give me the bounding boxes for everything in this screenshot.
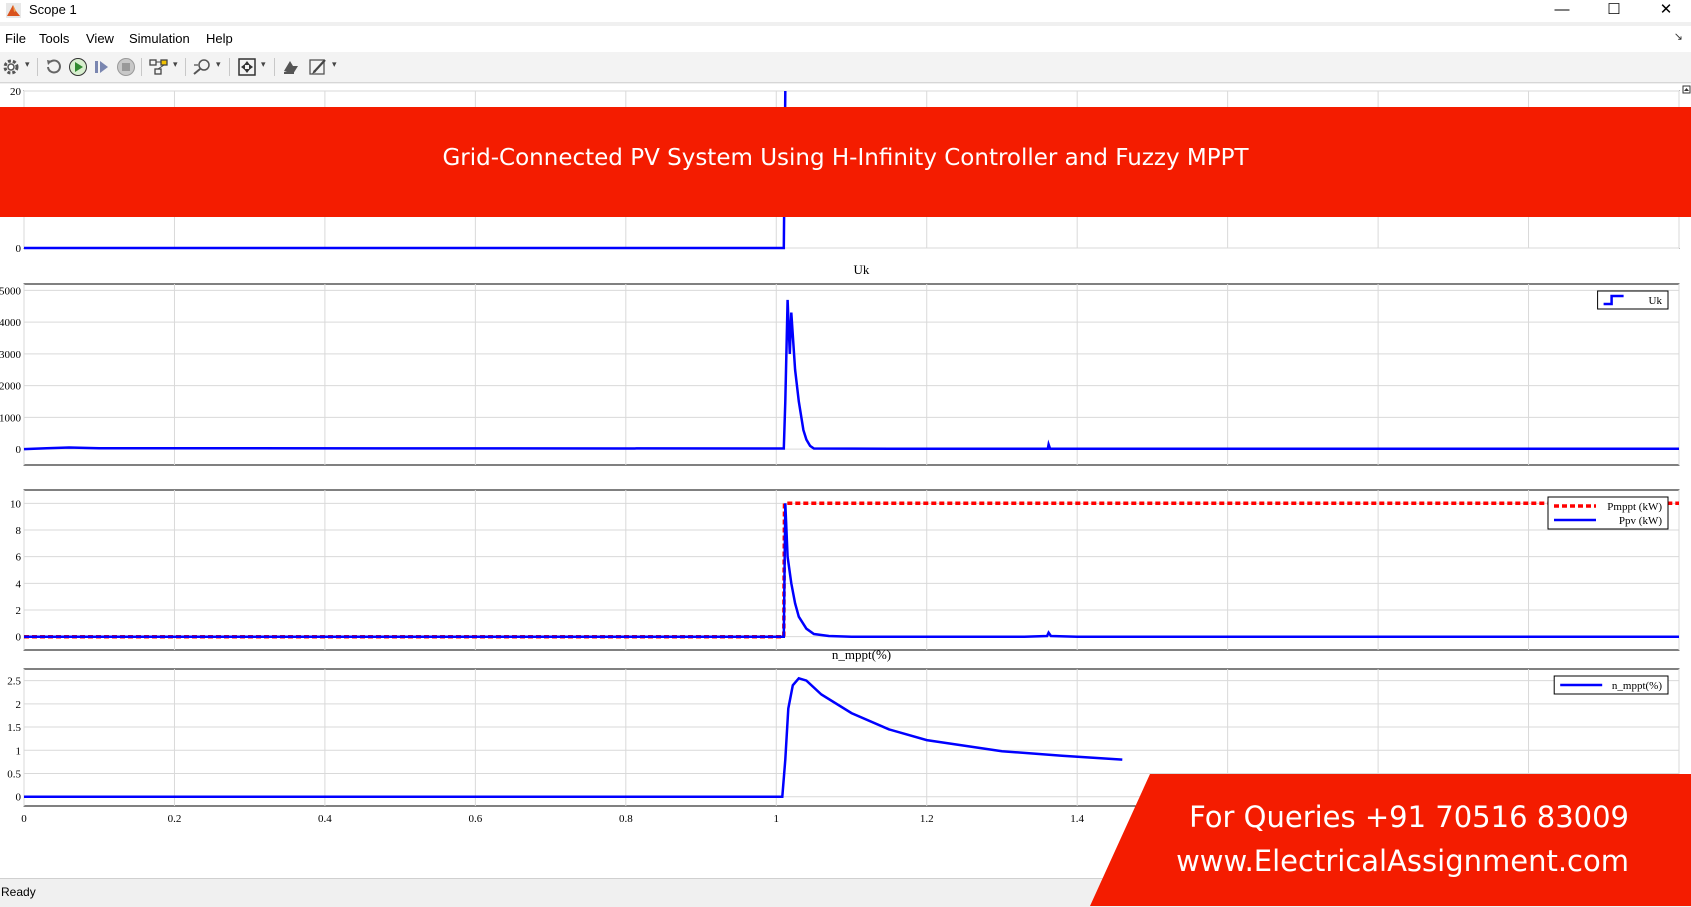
y-tick-label: 2000: [0, 381, 22, 393]
x-tick-label: 1.2: [920, 813, 934, 825]
menu-help[interactable]: Help: [206, 31, 233, 46]
y-tick-label: 3000: [0, 349, 22, 361]
y-tick-label: 1000: [0, 412, 22, 424]
run-icon[interactable]: [68, 57, 88, 77]
y-tick-label: 5000: [0, 285, 22, 297]
autoscale-dropdown-icon[interactable]: ▾: [261, 59, 266, 70]
axes-title: Uk: [854, 262, 870, 277]
legend-label: Uk: [1649, 295, 1663, 307]
y-tick-label: 4: [16, 578, 22, 590]
toolbar-separator: [274, 58, 275, 76]
legend-label: Ppv (kW): [1619, 515, 1662, 527]
contact-website: www.ElectricalAssignment.com: [1176, 844, 1629, 878]
menu-simulation[interactable]: Simulation: [129, 31, 190, 46]
status-text: Ready: [1, 885, 36, 899]
scope-app-icon: [6, 3, 21, 18]
x-tick-label: 0.4: [318, 813, 332, 825]
legend-label: Pmppt (kW): [1607, 501, 1662, 513]
highlight-dropdown-icon[interactable]: ▾: [173, 59, 178, 70]
maximize-button[interactable]: ☐: [1591, 0, 1637, 22]
style-dropdown-icon[interactable]: ▾: [332, 59, 337, 70]
settings-icon[interactable]: [1, 57, 21, 77]
legend-label: n_mppt(%): [1612, 680, 1662, 692]
y-tick-label: 1: [16, 745, 22, 757]
zoom-dropdown-icon[interactable]: ▾: [216, 59, 221, 70]
menu-file[interactable]: File: [5, 31, 26, 46]
autoscale-icon[interactable]: [237, 57, 257, 77]
window-title: Scope 1: [29, 2, 77, 17]
restore-icon[interactable]: [44, 57, 64, 77]
toolbar-separator: [37, 58, 38, 76]
edit-style-icon[interactable]: [308, 57, 328, 77]
y-tick-label: 0.5: [7, 768, 21, 780]
menu-tools[interactable]: Tools: [39, 31, 69, 46]
contact-banner: For Queries +91 70516 83009 www.Electric…: [1090, 774, 1691, 906]
toolbar: ▾ ▾ ▾ ▾ ▾: [0, 52, 1691, 83]
menu-bar: File Tools View Simulation Help ↘: [0, 26, 1691, 52]
contact-phone: For Queries +91 70516 83009: [1189, 800, 1629, 834]
y-tick-label: 1.5: [7, 722, 21, 734]
x-tick-label: 0.6: [468, 813, 482, 825]
y-tick-label: 2: [16, 699, 22, 711]
step-forward-icon[interactable]: [92, 57, 112, 77]
settings-dropdown-icon[interactable]: ▾: [25, 59, 30, 70]
axes-2-frame[interactable]: [23, 283, 1680, 466]
x-tick-label: 0: [21, 813, 27, 825]
close-button[interactable]: ✕: [1643, 0, 1689, 22]
toolbar-separator: [141, 58, 142, 76]
y-tick-label: 0: [16, 444, 22, 456]
menu-view[interactable]: View: [86, 31, 114, 46]
undock-icon[interactable]: ↘: [1674, 30, 1683, 43]
x-tick-label: 1: [774, 813, 780, 825]
title-banner: Grid-Connected PV System Using H-Infinit…: [0, 107, 1691, 217]
y-tick-label: 8: [16, 525, 22, 537]
y-tick-label: 0: [16, 632, 22, 644]
x-tick-label: 0.8: [619, 813, 633, 825]
axes-3-frame[interactable]: [23, 489, 1680, 651]
x-tick-label: 1.4: [1070, 813, 1084, 825]
restore-layout-icon[interactable]: [281, 57, 301, 77]
y-tick-label: 6: [16, 552, 22, 564]
toolbar-separator: [185, 58, 186, 76]
y-tick-label: 10: [10, 498, 22, 510]
zoom-icon[interactable]: [192, 57, 212, 77]
x-tick-label: 0.2: [168, 813, 182, 825]
minimize-button[interactable]: —: [1539, 0, 1585, 22]
y-tick-label: 0: [16, 243, 22, 255]
y-tick-label: 2: [16, 605, 22, 617]
y-tick-label: 2.5: [7, 676, 21, 688]
axes-title: n_mppt(%): [832, 647, 891, 662]
y-tick-label: 4000: [0, 317, 22, 329]
y-tick-label: 20: [10, 86, 22, 98]
y-tick-label: 0: [16, 792, 22, 804]
title-bar: Scope 1 — ☐ ✕: [0, 0, 1691, 22]
highlight-block-icon[interactable]: [149, 57, 169, 77]
stop-icon[interactable]: [116, 57, 136, 77]
banner-title: Grid-Connected PV System Using H-Infinit…: [442, 145, 1249, 171]
toolbar-separator: [229, 58, 230, 76]
